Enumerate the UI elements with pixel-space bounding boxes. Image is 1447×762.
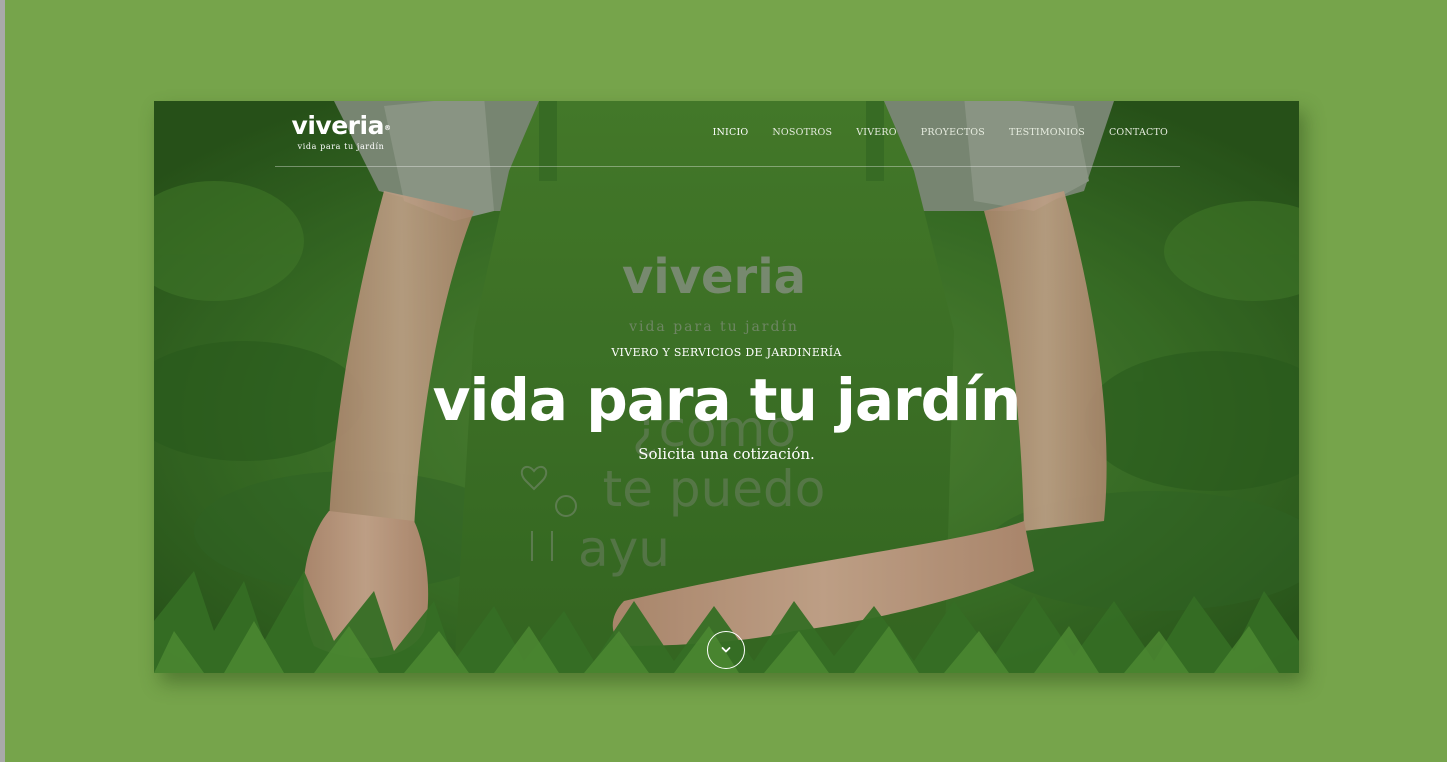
hero-eyebrow: VIVERO Y SERVICIOS DE JARDINERÍA bbox=[611, 346, 842, 359]
window-edge bbox=[0, 0, 5, 762]
main-navigation: INICIO NOSOTROS VIVERO PROYECTOS TESTIMO… bbox=[713, 127, 1168, 138]
nav-item-nosotros[interactable]: NOSOTROS bbox=[772, 127, 832, 138]
chevron-down-icon bbox=[721, 647, 731, 653]
logo-tagline: vida para tu jardín bbox=[297, 142, 385, 151]
nav-item-contacto[interactable]: CONTACTO bbox=[1109, 127, 1168, 138]
hero-headline: vida para tu jardín bbox=[432, 366, 1022, 434]
site-logo[interactable]: viveria® vida para tu jardín bbox=[286, 111, 396, 151]
header-divider bbox=[275, 166, 1180, 167]
nav-item-vivero[interactable]: VIVERO bbox=[856, 127, 897, 138]
logo-wordmark: viveria® bbox=[291, 111, 391, 140]
hero-content: VIVERO Y SERVICIOS DE JARDINERÍA vida pa… bbox=[154, 341, 1299, 463]
nav-item-inicio[interactable]: INICIO bbox=[713, 127, 749, 138]
website-screenshot: viveria vida para tu jardín ¿cómo te pue… bbox=[154, 101, 1299, 673]
registered-mark: ® bbox=[383, 124, 391, 132]
scroll-down-button[interactable] bbox=[707, 631, 745, 669]
nav-item-proyectos[interactable]: PROYECTOS bbox=[921, 127, 985, 138]
hero-cta-text[interactable]: Solicita una cotización. bbox=[154, 445, 1299, 463]
nav-item-testimonios[interactable]: TESTIMONIOS bbox=[1009, 127, 1085, 138]
